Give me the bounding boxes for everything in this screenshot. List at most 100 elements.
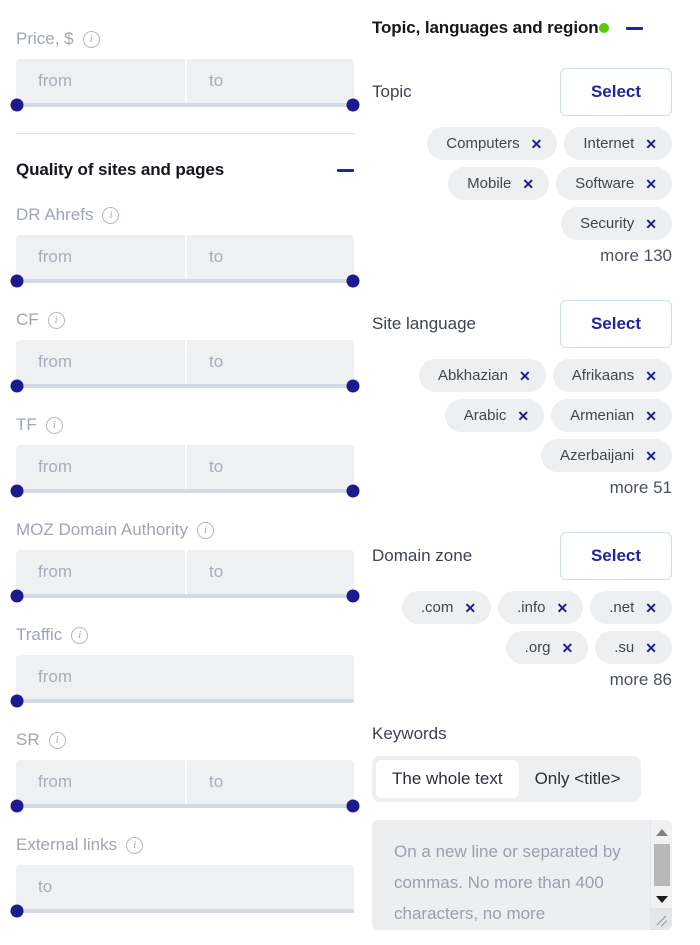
dr_ahrefs-slider-rail[interactable] [16,279,354,283]
cf-label: CFi [16,309,354,331]
keywords-textarea-wrap[interactable]: On a new line or separated by commas. No… [372,820,672,930]
quality-section-header[interactable]: Quality of sites and pages [0,160,372,180]
domain_zone-more-link[interactable]: more 86 [372,670,672,690]
topic-select-button[interactable]: Select [560,68,672,116]
scroll-down-arrow-icon[interactable] [656,896,668,903]
chip-remove-icon[interactable]: ✕ [562,641,574,655]
chip-site_language[interactable]: Afrikaans✕ [553,359,672,392]
keywords-textarea-placeholder: On a new line or separated by commas. No… [372,820,672,929]
chip-domain_zone[interactable]: .org✕ [506,631,589,664]
domain_zone-select-row: Domain zoneSelect [372,532,672,580]
chip-domain_zone[interactable]: .su✕ [595,631,672,664]
sr-slider-handle-max[interactable] [347,800,360,813]
traffic-slider-handle-min[interactable] [11,695,24,708]
site_language-more-link[interactable]: more 51 [372,478,672,498]
info-icon[interactable]: i [48,312,65,329]
cf-from-input[interactable] [16,340,185,384]
chip-remove-icon[interactable]: ✕ [519,369,531,383]
external_links-slider-handle-min[interactable] [11,905,24,918]
info-icon[interactable]: i [71,627,88,644]
chip-site_language[interactable]: Armenian✕ [551,399,672,432]
minus-icon[interactable] [626,27,643,30]
chip-topic[interactable]: Internet✕ [564,127,672,160]
topic-more-link[interactable]: more 130 [372,246,672,266]
dr_ahrefs-from-input[interactable] [16,235,185,279]
resize-grip-icon[interactable] [651,908,672,930]
cf-slider-handle-max[interactable] [347,380,360,393]
domain_zone-label: Domain zone [372,546,560,566]
chip-remove-icon[interactable]: ✕ [645,409,657,423]
chip-topic[interactable]: Software ✕ [556,167,672,200]
tf-slider-handle-min[interactable] [11,485,24,498]
cf-slider-rail[interactable] [16,384,354,388]
keywords-scope-segment[interactable]: Only <title> [519,760,637,798]
chip-site_language[interactable]: Azerbaijani✕ [541,439,672,472]
chip-remove-icon[interactable]: ✕ [522,177,534,191]
chip-remove-icon[interactable]: ✕ [645,137,657,151]
chip-remove-icon[interactable]: ✕ [645,369,657,383]
chip-remove-icon[interactable]: ✕ [517,409,529,423]
price-slider-handle-min[interactable] [11,99,24,112]
chip-remove-icon[interactable]: ✕ [645,449,657,463]
cf-to-input[interactable] [185,340,354,384]
info-icon[interactable]: i [126,837,143,854]
chip-remove-icon[interactable]: ✕ [645,641,657,655]
price-slider-handle-max[interactable] [347,99,360,112]
chip-site_language[interactable]: Abkhazian✕ [419,359,546,392]
external_links-label: External linksi [16,834,354,856]
chip-topic[interactable]: Mobile✕ [448,167,549,200]
moz_domain_authority-to-input[interactable] [185,550,354,594]
chip-topic[interactable]: Computers✕ [427,127,557,160]
chip-domain_zone[interactable]: .info✕ [498,591,583,624]
sr-range-inputs [16,760,354,804]
info-icon[interactable]: i [197,522,214,539]
price-from-input[interactable] [16,59,185,103]
sr-slider-handle-min[interactable] [11,800,24,813]
cf-slider-handle-min[interactable] [11,380,24,393]
tf-slider-handle-max[interactable] [347,485,360,498]
external_links-input[interactable] [16,865,354,909]
dr_ahrefs-to-input[interactable] [185,235,354,279]
chip-remove-icon[interactable]: ✕ [531,137,543,151]
topic-section-header[interactable]: Topic, languages and region [372,18,672,38]
sr-from-input[interactable] [16,760,185,804]
chip-remove-icon[interactable]: ✕ [464,601,476,615]
info-icon[interactable]: i [46,417,63,434]
price-slider-rail[interactable] [16,103,354,107]
chip-domain_zone[interactable]: .com ✕ [402,591,491,624]
tf-from-input[interactable] [16,445,185,489]
chip-domain_zone[interactable]: .net✕ [590,591,672,624]
scrollbar-thumb[interactable] [654,844,670,886]
minus-icon[interactable] [337,169,354,172]
dr_ahrefs-slider-handle-max[interactable] [347,275,360,288]
moz_domain_authority-slider-rail[interactable] [16,594,354,598]
traffic-slider-rail[interactable] [16,699,354,703]
chip-remove-icon[interactable]: ✕ [557,601,569,615]
info-icon[interactable]: i [102,207,119,224]
chip-remove-icon[interactable]: ✕ [645,177,657,191]
chip-remove-icon[interactable]: ✕ [645,601,657,615]
chip-remove-icon[interactable]: ✕ [645,217,657,231]
chip-site_language[interactable]: Arabic✕ [445,399,544,432]
site_language-select-button[interactable]: Select [560,300,672,348]
keywords-scope-segment[interactable]: The whole text [376,760,519,798]
textarea-scrollbar[interactable] [650,820,672,930]
info-icon[interactable]: i [83,31,100,48]
dr_ahrefs-slider-handle-min[interactable] [11,275,24,288]
moz_domain_authority-slider-handle-min[interactable] [11,590,24,603]
domain_zone-select-button[interactable]: Select [560,532,672,580]
scroll-up-arrow-icon[interactable] [656,829,668,836]
sr-to-input[interactable] [185,760,354,804]
chip-label: .com [421,599,454,616]
tf-to-input[interactable] [185,445,354,489]
external_links-slider-rail[interactable] [16,909,354,913]
tf-slider-rail[interactable] [16,489,354,493]
moz_domain_authority-from-input[interactable] [16,550,185,594]
chip-topic[interactable]: Security✕ [561,207,672,240]
traffic-input[interactable] [16,655,354,699]
sr-slider-rail[interactable] [16,804,354,808]
moz_domain_authority-slider-handle-max[interactable] [347,590,360,603]
price-to-input[interactable] [185,59,354,103]
info-icon[interactable]: i [49,732,66,749]
chip-label: Software [575,175,634,192]
